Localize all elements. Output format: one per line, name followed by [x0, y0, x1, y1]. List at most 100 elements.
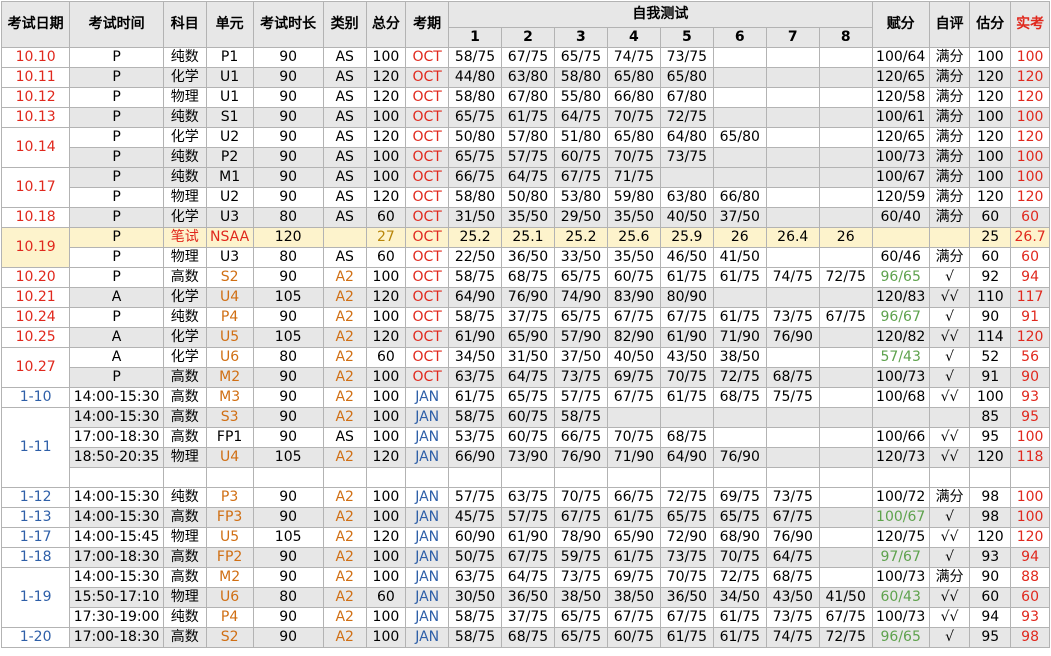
total-cell[interactable]: 100 — [365, 107, 407, 128]
selftest-cell[interactable]: 37/75 — [501, 307, 555, 328]
date-cell[interactable]: 10.24 — [0, 307, 71, 328]
session-cell[interactable]: JAN — [405, 567, 450, 588]
selfeval-cell[interactable]: √√ — [928, 587, 971, 608]
estimate-cell[interactable]: 120 — [969, 527, 1012, 548]
selftest-cell[interactable]: 75/75 — [765, 387, 820, 408]
selftest-cell[interactable] — [818, 427, 873, 448]
selftest-cell[interactable]: 64/75 — [553, 107, 608, 128]
duration-cell[interactable]: 90 — [252, 47, 324, 68]
unit-cell[interactable]: S2 — [205, 627, 254, 648]
selftest-cell[interactable] — [818, 187, 873, 208]
estimate-cell[interactable]: 110 — [969, 287, 1012, 308]
selftest-cell[interactable]: 67/75 — [659, 307, 714, 328]
selftest-cell[interactable]: 67/75 — [606, 607, 661, 628]
empty-cell[interactable] — [969, 467, 1012, 488]
estimate-cell[interactable]: 95 — [969, 627, 1012, 648]
estimate-cell[interactable]: 93 — [969, 547, 1012, 568]
selftest-cell[interactable]: 67/75 — [659, 607, 714, 628]
time-cell[interactable]: P — [69, 187, 164, 208]
subject-cell[interactable]: 化学 — [162, 67, 207, 88]
unit-cell[interactable]: S3 — [205, 407, 254, 428]
selftest-cell[interactable]: 68/75 — [765, 567, 820, 588]
selftest-cell[interactable]: 61/75 — [659, 627, 714, 648]
selftest-cell[interactable] — [818, 547, 873, 568]
selftest-cell[interactable]: 65/75 — [553, 47, 608, 68]
subject-cell[interactable]: 高数 — [162, 367, 207, 388]
category-cell[interactable]: AS — [322, 127, 367, 148]
total-cell[interactable]: 100 — [365, 367, 407, 388]
selftest-cell[interactable] — [712, 287, 767, 308]
actual-cell[interactable]: 100 — [1010, 107, 1050, 128]
unit-cell[interactable]: U6 — [205, 587, 254, 608]
selftest-cell[interactable]: 37/50 — [553, 347, 608, 368]
selftest-cell[interactable]: 70/75 — [606, 147, 661, 168]
unit-cell[interactable]: S2 — [205, 267, 254, 288]
selftest-cell[interactable]: 61/75 — [659, 267, 714, 288]
selftest-cell[interactable]: 70/75 — [606, 107, 661, 128]
subject-cell[interactable]: 化学 — [162, 127, 207, 148]
award-cell[interactable]: 96/67 — [871, 307, 930, 328]
session-cell[interactable]: JAN — [405, 607, 450, 628]
selftest-cell[interactable]: 66/80 — [712, 187, 767, 208]
unit-cell[interactable]: M2 — [205, 567, 254, 588]
total-cell[interactable]: 27 — [365, 227, 407, 248]
unit-cell[interactable]: U3 — [205, 207, 254, 228]
unit-cell[interactable]: M2 — [205, 367, 254, 388]
category-cell[interactable]: A2 — [322, 547, 367, 568]
selftest-cell[interactable]: 83/90 — [606, 287, 661, 308]
empty-cell[interactable] — [553, 467, 608, 488]
subject-cell[interactable]: 高数 — [162, 427, 207, 448]
estimate-cell[interactable]: 100 — [969, 147, 1012, 168]
selfeval-cell[interactable]: 满分 — [928, 187, 971, 208]
selftest-cell[interactable]: 43/50 — [659, 347, 714, 368]
award-cell[interactable]: 120/83 — [871, 287, 930, 308]
category-cell[interactable]: A2 — [322, 627, 367, 648]
estimate-cell[interactable]: 100 — [969, 47, 1012, 68]
empty-cell[interactable] — [162, 467, 207, 488]
selftest-cell[interactable]: 73/90 — [501, 447, 555, 468]
duration-cell[interactable]: 90 — [252, 607, 324, 628]
time-cell[interactable]: A — [69, 287, 164, 308]
subject-cell[interactable]: 纯数 — [162, 307, 207, 328]
selftest-cell[interactable]: 55/80 — [553, 87, 608, 108]
session-cell[interactable]: JAN — [405, 587, 450, 608]
subject-cell[interactable]: 高数 — [162, 407, 207, 428]
selftest-cell[interactable]: 70/75 — [553, 487, 608, 508]
actual-cell[interactable]: 120 — [1010, 87, 1050, 108]
total-cell[interactable]: 100 — [365, 427, 407, 448]
duration-cell[interactable]: 120 — [252, 227, 324, 248]
unit-cell[interactable]: S1 — [205, 107, 254, 128]
duration-cell[interactable]: 105 — [252, 447, 324, 468]
award-cell[interactable]: 120/65 — [871, 127, 930, 148]
category-cell[interactable]: A2 — [322, 487, 367, 508]
selftest-cell[interactable]: 64/75 — [501, 367, 555, 388]
selfeval-cell[interactable]: 满分 — [928, 67, 971, 88]
selftest-cell[interactable]: 35/50 — [606, 247, 661, 268]
selftest-cell[interactable] — [765, 187, 820, 208]
session-cell[interactable]: OCT — [405, 287, 450, 308]
category-cell[interactable]: A2 — [322, 527, 367, 548]
award-cell[interactable]: 60/40 — [871, 207, 930, 228]
selftest-cell[interactable] — [765, 207, 820, 228]
actual-cell[interactable]: 98 — [1010, 627, 1050, 648]
subject-cell[interactable]: 物理 — [162, 87, 207, 108]
selftest-cell[interactable]: 51/80 — [553, 127, 608, 148]
estimate-cell[interactable]: 95 — [969, 427, 1012, 448]
unit-cell[interactable]: U5 — [205, 527, 254, 548]
empty-cell[interactable] — [322, 467, 367, 488]
actual-cell[interactable]: 60 — [1010, 207, 1050, 228]
selftest-cell[interactable]: 43/50 — [765, 587, 820, 608]
date-cell[interactable]: 10.25 — [0, 327, 71, 348]
time-cell[interactable]: 18:50-20:35 — [69, 447, 164, 468]
selftest-cell[interactable]: 73/75 — [659, 147, 714, 168]
award-cell[interactable]: 60/46 — [871, 247, 930, 268]
duration-cell[interactable]: 80 — [252, 347, 324, 368]
header-selfeval[interactable]: 自评 — [928, 1, 971, 48]
selfeval-cell[interactable]: √√ — [928, 447, 971, 468]
unit-cell[interactable]: U6 — [205, 347, 254, 368]
selfeval-cell[interactable]: √ — [928, 367, 971, 388]
award-cell[interactable]: 100/73 — [871, 367, 930, 388]
empty-cell[interactable] — [365, 467, 407, 488]
selftest-cell[interactable]: 65/80 — [606, 127, 661, 148]
date-cell[interactable]: 1-13 — [0, 507, 71, 528]
